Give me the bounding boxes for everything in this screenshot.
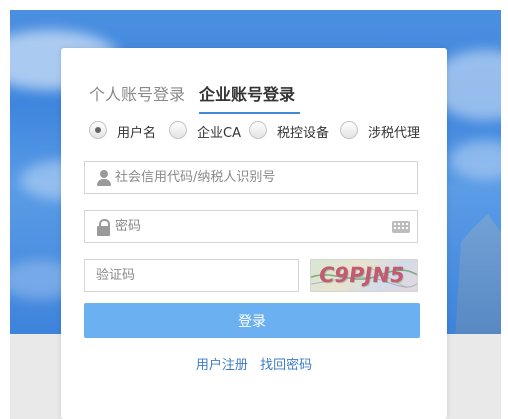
radio-unchecked-icon[interactable] — [340, 121, 358, 139]
radio-tax-agent[interactable]: 涉税代理 — [340, 121, 420, 143]
user-icon — [97, 170, 111, 186]
password-input[interactable] — [115, 211, 385, 242]
captcha-field — [84, 259, 299, 292]
tab-personal-login[interactable]: 个人账号登录 — [89, 84, 185, 106]
lock-icon — [97, 219, 111, 236]
cloud-decoration — [450, 140, 501, 180]
login-card: 个人账号登录 企业账号登录 用户名 企业CA 税控设备 涉税代理 社会信用代码/… — [61, 48, 447, 419]
tab-enterprise-login[interactable]: 企业账号登录 — [199, 84, 295, 106]
account-links: 用户注册 找回密码 — [61, 354, 447, 373]
keyboard-icon[interactable] — [392, 221, 410, 233]
radio-label: 企业CA — [197, 126, 241, 141]
radio-label: 税控设备 — [277, 126, 330, 141]
radio-username[interactable]: 用户名 — [89, 121, 156, 143]
radio-checked-icon[interactable] — [89, 121, 107, 139]
active-tab-indicator — [199, 112, 300, 114]
radio-label: 涉税代理 — [368, 126, 421, 141]
forgot-password-link[interactable]: 找回密码 — [260, 358, 312, 373]
radio-enterprise-ca[interactable]: 企业CA — [169, 121, 241, 143]
captcha-text: C9PJN5 — [317, 263, 407, 287]
radio-unchecked-icon[interactable] — [169, 121, 187, 139]
username-field — [84, 161, 418, 194]
password-field — [84, 210, 418, 243]
login-type-group: 用户名 企业CA 税控设备 涉税代理 — [89, 121, 429, 145]
register-link[interactable]: 用户注册 — [196, 358, 248, 373]
captcha-input[interactable] — [96, 260, 291, 291]
captcha-image[interactable]: C9PJN5 — [310, 259, 418, 292]
great-wall-decoration — [455, 214, 501, 334]
username-input[interactable] — [115, 162, 385, 193]
radio-label: 用户名 — [117, 126, 157, 141]
radio-tax-device[interactable]: 税控设备 — [249, 121, 329, 143]
radio-unchecked-icon[interactable] — [249, 121, 267, 139]
login-button[interactable]: 登录 — [84, 303, 420, 338]
login-tabs: 个人账号登录 企业账号登录 — [89, 84, 429, 114]
